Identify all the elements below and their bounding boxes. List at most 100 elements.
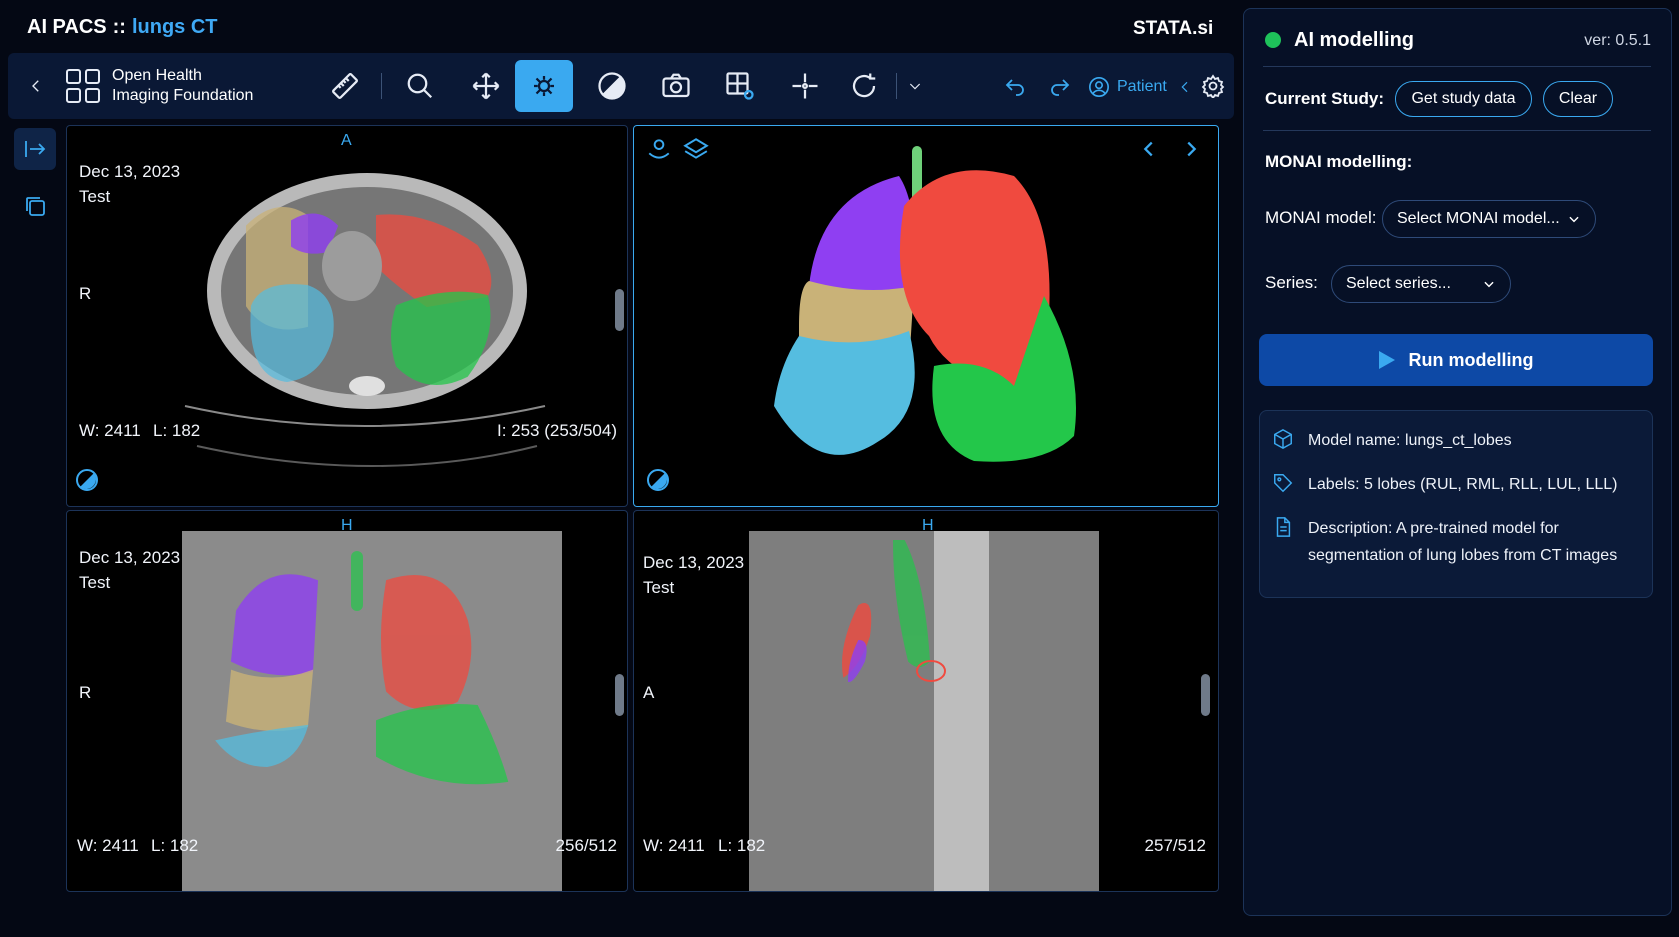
layers-icon[interactable] — [683, 136, 709, 162]
play-icon — [1378, 351, 1395, 369]
divider — [1263, 130, 1651, 131]
rotate-icon — [852, 73, 876, 98]
settings-button[interactable] — [1195, 60, 1231, 112]
viewport-scrollbar[interactable] — [1201, 674, 1210, 716]
half-circle-icon[interactable] — [75, 468, 99, 492]
logo-line1: Open Health — [112, 67, 202, 84]
series-select[interactable]: Select series... — [1331, 265, 1511, 303]
rotate-button[interactable] — [837, 60, 891, 112]
logo-icon — [66, 69, 100, 103]
layout-button[interactable] — [713, 60, 767, 112]
chevron-left-icon — [1181, 81, 1188, 93]
crosshair-button[interactable] — [778, 60, 832, 112]
volume-render-image — [774, 146, 1076, 462]
chevron-down-icon — [1484, 281, 1494, 288]
viewport-axial[interactable]: A Dec 13, 2023 Test R W: 2411 L: 182 I: … — [66, 125, 628, 507]
expand-panel-button[interactable] — [14, 128, 56, 170]
document-icon — [1276, 517, 1291, 537]
run-modelling-button[interactable]: Run modelling — [1259, 334, 1653, 386]
get-study-data-button[interactable]: Get study data — [1395, 81, 1532, 117]
toolbar-divider — [381, 73, 382, 99]
monai-section-title: MONAI modelling: — [1265, 152, 1413, 171]
window-width: W: 2411 — [643, 836, 705, 855]
viewport-coronal[interactable]: H Dec 13, 2023 Test R W: 2411 L: 182 256… — [66, 510, 628, 892]
orientation-left: R — [79, 683, 92, 702]
pan-icon — [472, 72, 500, 100]
pan-tool-button[interactable] — [459, 60, 513, 112]
monai-model-value: Select MONAI model... — [1397, 210, 1560, 227]
capture-button[interactable] — [649, 60, 703, 112]
series-value: Select series... — [1346, 275, 1451, 292]
orientation-top: H — [341, 517, 353, 534]
viewport-3d[interactable] — [633, 125, 1219, 507]
ohif-logo[interactable]: Open Health Imaging Foundation — [66, 66, 253, 106]
more-chevron-icon — [909, 83, 921, 90]
patient-info-toggle[interactable]: Patient — [1088, 76, 1200, 98]
clear-button[interactable]: Clear — [1543, 81, 1613, 117]
window-level: L: 182 — [153, 421, 201, 440]
model-info-card: Model name: lungs_ct_lobes Labels: 5 lob… — [1259, 410, 1653, 598]
copy-layers-icon — [26, 197, 45, 216]
3d-rotate-icon[interactable] — [646, 136, 672, 162]
logo-line2: Imaging Foundation — [112, 87, 254, 104]
instance-number: 256/512 — [555, 836, 617, 855]
orientation-top: A — [341, 132, 352, 149]
tag-icon — [1274, 474, 1293, 493]
brand-label: STATA.si — [1133, 18, 1214, 39]
study-name: lungs CT — [131, 16, 218, 38]
segmentation-tool-button[interactable] — [515, 60, 573, 112]
ai-modelling-panel: AI modelling ver: 0.5.1 Current Study: G… — [1243, 8, 1672, 916]
orientation-left: R — [79, 284, 92, 303]
app-name: AI PACS — [27, 16, 107, 38]
camera-icon — [662, 73, 690, 98]
arrow-right-bar-icon — [25, 141, 46, 157]
axial-ct-image — [184, 173, 546, 467]
orientation-top: H — [922, 517, 934, 534]
back-button[interactable] — [14, 60, 58, 112]
undo-button[interactable] — [995, 60, 1035, 112]
window-level: L: 182 — [718, 836, 766, 855]
description-row: Description: A pre-trained model for seg… — [1272, 515, 1642, 569]
crosshair-icon — [792, 73, 818, 99]
user-icon — [1089, 77, 1109, 97]
back-chevron-icon — [32, 80, 39, 92]
run-modelling-label: Run modelling — [1408, 349, 1534, 370]
previous-chevron-icon[interactable] — [1138, 138, 1160, 160]
study-date: Dec 13, 2023 — [643, 553, 745, 572]
window-width: W: 2411 — [77, 836, 139, 855]
orientation-left: A — [643, 683, 655, 702]
layout-icon — [726, 72, 754, 100]
current-study-label: Current Study: — [1265, 89, 1384, 108]
panel-title: AI modelling — [1294, 29, 1414, 51]
model-labels: Labels: 5 lobes (RUL, RML, RLL, LUL, LLL… — [1308, 476, 1618, 493]
monai-model-label: MONAI model: — [1265, 208, 1377, 227]
contrast-icon — [598, 72, 626, 100]
monai-model-select[interactable]: Select MONAI model... — [1382, 200, 1596, 238]
series-browser-button[interactable] — [14, 185, 56, 227]
zoom-tool-button[interactable] — [393, 60, 447, 112]
measure-tool-button[interactable] — [318, 60, 372, 112]
viewport-scrollbar[interactable] — [615, 289, 624, 331]
version-label: ver: 0.5.1 — [1584, 32, 1651, 49]
window-level-button[interactable] — [585, 60, 639, 112]
instance-number: I: 253 (253/504) — [496, 421, 617, 440]
next-chevron-icon[interactable] — [1180, 138, 1202, 160]
segmentation-icon — [534, 76, 554, 96]
window-width: W: 2411 — [79, 421, 141, 440]
model-name: Model name: lungs_ct_lobes — [1308, 432, 1512, 449]
title-separator: :: — [112, 16, 126, 38]
viewport-sagittal[interactable]: H Dec 13, 2023 Test A W: 2411 L: 182 257… — [633, 510, 1219, 892]
instance-number: 257/512 — [1144, 836, 1206, 855]
series-description: Test — [79, 573, 111, 592]
undo-icon — [1005, 79, 1024, 96]
redo-button[interactable] — [1040, 60, 1080, 112]
viewport-scrollbar[interactable] — [615, 674, 624, 716]
model-name-row: Model name: lungs_ct_lobes — [1272, 427, 1642, 454]
series-label: Series: — [1265, 273, 1318, 292]
more-tools-button[interactable] — [900, 60, 930, 112]
model-description-line1: Description: A pre-trained model for — [1308, 520, 1559, 537]
half-circle-icon[interactable] — [646, 468, 670, 492]
chevron-down-icon — [1569, 216, 1579, 223]
model-description-line2: segmentation of lung lobes from CT image… — [1308, 547, 1618, 564]
ruler-icon — [332, 73, 358, 99]
